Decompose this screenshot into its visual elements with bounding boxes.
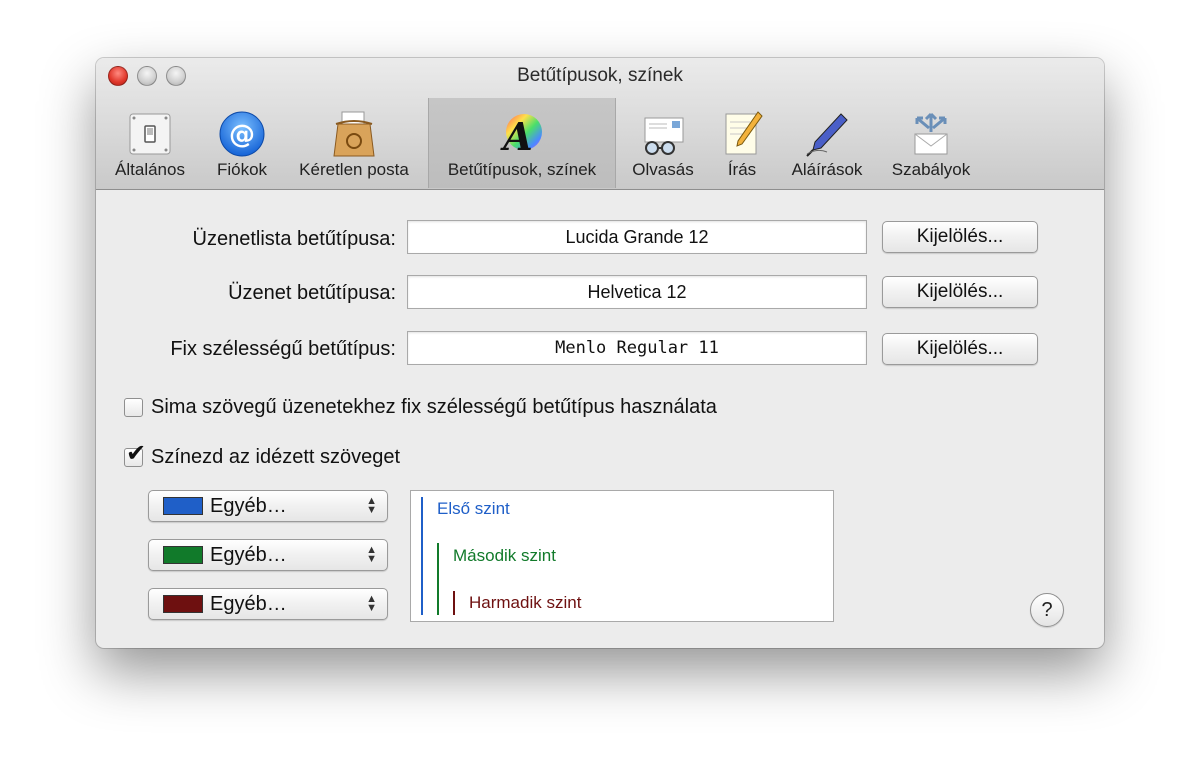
tab-fonts-colors[interactable]: A Betűtípusok, színek xyxy=(428,98,616,188)
plain-text-fixed-width-label: Sima szövegű üzenetekhez fix szélességű … xyxy=(151,396,717,418)
color-quoted-text-option[interactable]: ✔ Színezd az idézett szöveget xyxy=(124,440,401,469)
popup-value: Egyéb… xyxy=(210,544,287,566)
color-quoted-text-checkbox[interactable]: ✔ xyxy=(124,440,146,467)
message-font-select-button[interactable]: Kijelölés... xyxy=(882,276,1038,308)
tab-label: Szabályok xyxy=(891,160,971,179)
window-title: Betűtípusok, színek xyxy=(517,65,683,86)
title-bar: Betűtípusok, színek Általános @ Fiókok K… xyxy=(96,58,1104,190)
switch-icon xyxy=(124,108,176,160)
message-list-font-label: Üzenetlista betűtípusa: xyxy=(192,228,396,250)
up-down-arrows-icon: ▲ ▼ xyxy=(366,544,377,565)
message-font-field: Helvetica 12 xyxy=(407,275,867,309)
quote-level-3-text: Harmadik szint xyxy=(469,593,582,612)
fixed-width-font-field: Menlo Regular 11 xyxy=(407,331,867,365)
fountain-pen-icon xyxy=(801,108,853,160)
tab-viewing[interactable]: Olvasás xyxy=(622,98,704,188)
tab-accounts[interactable]: @ Fiókok xyxy=(204,98,280,188)
junk-mail-bag-icon xyxy=(328,108,380,160)
rules-envelope-icon xyxy=(905,108,957,160)
message-list-font-field: Lucida Grande 12 xyxy=(407,220,867,254)
quote-level-2-bar xyxy=(437,543,439,615)
tab-rules[interactable]: Szabályok xyxy=(880,98,982,188)
color-swatch xyxy=(163,546,203,564)
plain-text-fixed-width-option[interactable]: Sima szövegű üzenetekhez fix szélességű … xyxy=(124,396,717,419)
tab-general[interactable]: Általános xyxy=(104,98,196,188)
quote-level-3-color-popup[interactable]: Egyéb… ▲ ▼ xyxy=(148,588,388,620)
quote-level-1-text: Első szint xyxy=(437,499,510,518)
quote-level-2-color-popup[interactable]: Egyéb… ▲ ▼ xyxy=(148,539,388,571)
quote-level-2-text: Második szint xyxy=(453,546,556,565)
reading-glasses-icon xyxy=(637,108,689,160)
fixed-width-font-select-button[interactable]: Kijelölés... xyxy=(882,333,1038,365)
up-down-arrows-icon: ▲ ▼ xyxy=(366,593,377,614)
color-swatch xyxy=(163,595,203,613)
color-swatch xyxy=(163,497,203,515)
help-button[interactable]: ? xyxy=(1030,593,1064,627)
preferences-toolbar: Általános @ Fiókok Kéretlen posta A Betű… xyxy=(96,98,1104,188)
color-quoted-text-label: Színezd az idézett szöveget xyxy=(151,446,401,468)
tab-signatures[interactable]: Aláírások xyxy=(780,98,874,188)
font-color-icon: A xyxy=(496,108,548,160)
at-sign-icon: @ xyxy=(216,108,268,160)
tab-label: Általános xyxy=(115,160,185,179)
fixed-width-font-label: Fix szélességű betűtípus: xyxy=(170,338,396,360)
quote-level-3-bar xyxy=(453,591,455,615)
tab-label: Fiókok xyxy=(216,160,268,179)
quote-color-preview: Első szint Második szint Harmadik szint xyxy=(410,490,834,622)
popup-value: Egyéb… xyxy=(210,495,287,517)
plain-text-fixed-width-checkbox[interactable] xyxy=(124,398,143,417)
tab-composing[interactable]: Írás xyxy=(712,98,772,188)
tab-label: Írás xyxy=(727,160,757,179)
up-down-arrows-icon: ▲ ▼ xyxy=(366,495,377,516)
notepad-pencil-icon xyxy=(716,108,768,160)
checkmark-icon: ✔ xyxy=(126,440,147,467)
tab-label: Betűtípusok, színek xyxy=(447,160,597,179)
svg-text:@: @ xyxy=(229,120,255,150)
tab-junk-mail[interactable]: Kéretlen posta xyxy=(286,98,422,188)
tab-label: Olvasás xyxy=(632,160,694,179)
tab-label: Kéretlen posta xyxy=(299,160,409,179)
message-font-label: Üzenet betűtípusa: xyxy=(228,282,396,304)
svg-text:A: A xyxy=(500,114,532,159)
fonts-colors-panel: Üzenetlista betűtípusa: Lucida Grande 12… xyxy=(96,190,1104,648)
popup-value: Egyéb… xyxy=(210,593,287,615)
message-list-font-select-button[interactable]: Kijelölés... xyxy=(882,221,1038,253)
preferences-window: Betűtípusok, színek Általános @ Fiókok K… xyxy=(96,58,1104,648)
quote-level-1-color-popup[interactable]: Egyéb… ▲ ▼ xyxy=(148,490,388,522)
quote-level-1-bar xyxy=(421,497,423,615)
tab-label: Aláírások xyxy=(791,160,863,179)
